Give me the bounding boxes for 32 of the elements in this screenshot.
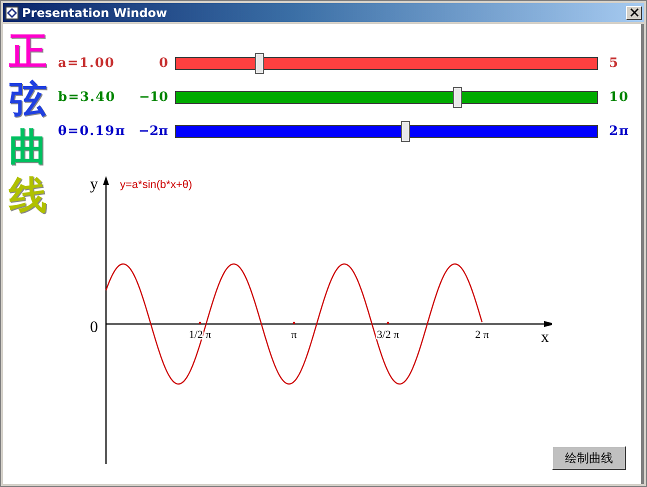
- title-character: 正: [9, 27, 47, 75]
- minimum-label: −2π: [138, 124, 168, 138]
- tick-label: π: [291, 329, 297, 341]
- close-button[interactable]: [626, 6, 642, 20]
- window-icon: [5, 6, 19, 20]
- maximum-label: 5: [609, 56, 620, 70]
- draw-curve-button[interactable]: 绘制曲线: [552, 446, 626, 470]
- maximum-label: 10: [609, 90, 630, 104]
- window-title: Presentation Window: [22, 6, 168, 20]
- tick-mark: [198, 322, 202, 324]
- minimum-label: −10: [138, 90, 168, 104]
- formula-label: y=a*sin(b*x+θ): [120, 179, 192, 191]
- maximum-label: 2π: [609, 124, 630, 138]
- y-axis-label: y: [90, 176, 98, 193]
- tick-label: 3/2 π: [376, 329, 400, 341]
- tick-label: 1/2 π: [188, 329, 212, 341]
- title-character: 弦: [9, 75, 47, 123]
- tick-mark: [292, 322, 296, 324]
- parameter-label: b=3.40: [58, 90, 117, 104]
- tick-label: 2 π: [475, 329, 489, 341]
- slider-thumb[interactable]: [255, 52, 264, 74]
- slider-thumb[interactable]: [401, 120, 410, 142]
- tick-mark: [386, 322, 390, 324]
- title-character: 线: [9, 171, 47, 219]
- x-axis-label: x: [541, 329, 549, 346]
- minimum-label: 0: [158, 56, 168, 70]
- origin-label: 0: [90, 319, 98, 336]
- slider-thumb[interactable]: [453, 86, 462, 108]
- title-character: 曲: [9, 123, 47, 171]
- close-icon: [630, 8, 638, 17]
- parameter-label: θ=0.19π: [58, 124, 127, 138]
- parameter-label: a=1.00: [58, 56, 116, 70]
